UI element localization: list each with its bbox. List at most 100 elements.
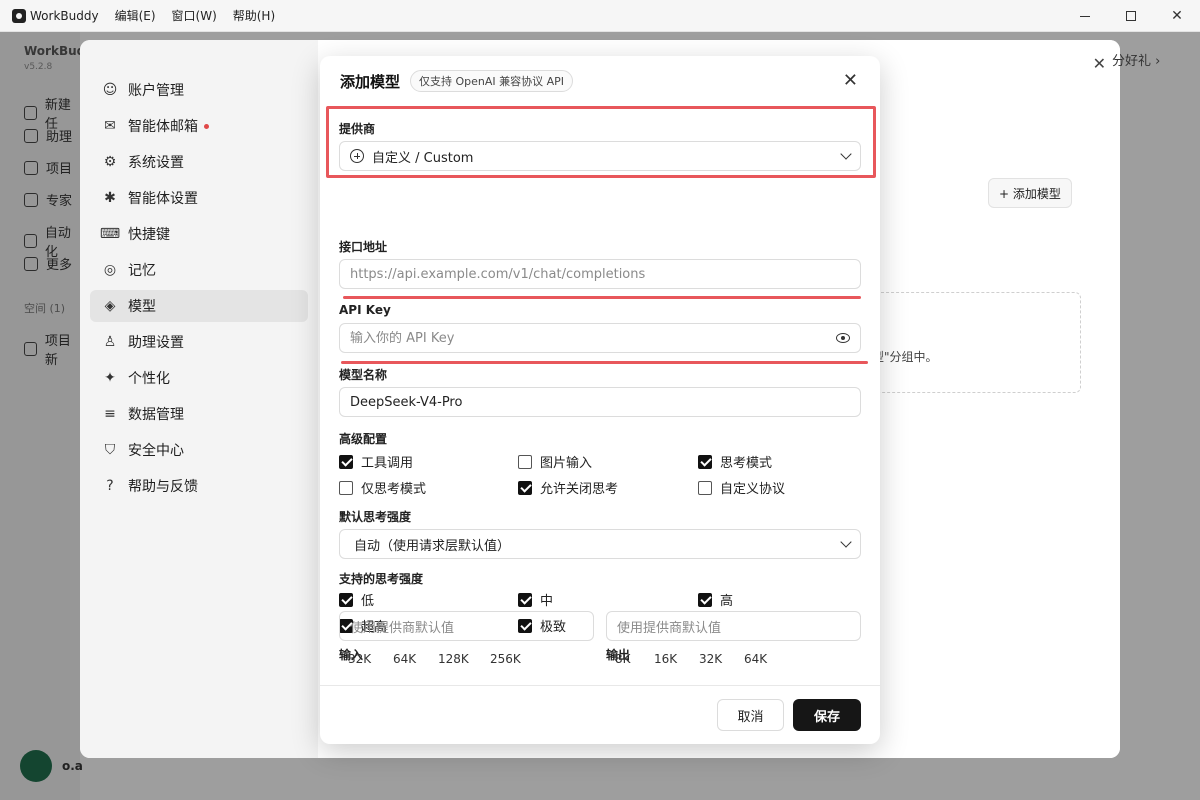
minimize-button[interactable] [1062,0,1108,32]
maximize-icon [1126,11,1136,21]
sidebar-item-label: 智能体设置 [128,191,198,207]
help-icon: ? [106,478,114,494]
mail-icon: ✉ [104,118,116,134]
cancel-button[interactable]: 取消 [717,699,784,731]
provider-select[interactable]: 自定义 / Custom [339,141,861,171]
checkbox-tool-call[interactable]: 工具调用 [339,452,413,471]
window-controls: ✕ [1062,0,1200,32]
add-model-dialog: 添加模型 仅支持 OpenAI 兼容协议 API ✕ 提供商 自定义 / Cus… [320,56,880,744]
output-preset-chip[interactable]: 64K [744,652,767,666]
input-preset-chip[interactable]: 128K [438,652,469,666]
checkbox-label: 工具调用 [361,456,414,471]
sidebar-item-sparkle[interactable]: ✦ 个性化 [90,362,308,394]
chevron-down-icon [840,148,852,160]
sidebar-item-help[interactable]: ? 帮助与反馈 [90,470,308,502]
advanced-row-2: 仅思考模式 允许关闭思考 自定义协议 [339,478,861,498]
endpoint-field[interactable] [339,259,861,289]
checkbox-unchecked-icon [518,454,532,469]
puzzle-icon: ✱ [104,190,116,206]
keyboard-icon: ⌨ [99,226,121,242]
api-key-label: API Key [339,303,391,317]
sidebar-item-keyboard[interactable]: ⌨ 快捷键 [90,218,308,250]
chevron-down-icon [840,536,852,548]
add-model-button-bg[interactable]: + 添加模型 [988,178,1072,208]
close-window-button[interactable]: ✕ [1154,0,1200,32]
model-group-hint: 型"分组中。 [872,350,938,364]
input-preset-chip[interactable]: 32K [348,652,371,666]
menu-help[interactable]: 帮助(H) [233,7,275,24]
sidebar-item-label: 数据管理 [128,407,184,423]
plus-circle-icon [350,149,364,163]
input-preset-chip[interactable]: 64K [393,652,416,666]
advanced-row-1: 工具调用 图片输入 思考模式 [339,452,861,472]
sidebar-item-gear[interactable]: ⚙ 系统设置 [90,146,308,178]
settings-sidebar: ☺ 账户管理 ✉ 智能体邮箱 ⚙ 系统设置 ✱ 智能体设置 ⌨ 快捷键 ◎ 记忆 ◈ 模型 ♙ 助理设置 ✦ 个性… [80,40,318,758]
save-button[interactable]: 保存 [793,699,861,731]
effort-row-1: 低 中 高 [339,590,861,610]
output-tokens-placeholder: 使用提供商默认值 [617,620,722,636]
api-key-input[interactable] [350,330,850,346]
gift-text: 分好礼 [1112,54,1152,69]
endpoint-underline-mark [343,296,861,299]
sidebar-item-label: 智能体邮箱 [128,119,198,135]
checkbox-thinking-mode[interactable]: 思考模式 [698,452,772,471]
protocol-badge: 仅支持 OpenAI 兼容协议 API [410,70,574,92]
checkbox-allow-disable-thinking[interactable]: 允许关闭思考 [518,478,618,497]
checkbox-checked-icon [339,454,353,469]
sidebar-item-label: 系统设置 [128,155,184,171]
sidebar-item-database[interactable]: ≡ 数据管理 [90,398,308,430]
maximize-button[interactable] [1108,0,1154,32]
unread-dot [204,123,209,129]
cube-icon: ◈ [104,298,116,314]
output-preset-chip[interactable]: 32K [699,652,722,666]
model-name-label: 模型名称 [339,368,388,382]
checkbox-effort-low[interactable]: 低 [339,590,374,609]
model-name-field[interactable]: DeepSeek-V4-Pro [339,387,861,417]
checkbox-thinking-only[interactable]: 仅思考模式 [339,478,426,497]
default-effort-select[interactable]: 自动（使用请求层默认值） [339,529,861,559]
checkbox-checked-icon [518,480,532,495]
output-tokens-field[interactable]: 使用提供商默认值 [606,611,861,641]
checkbox-image-input[interactable]: 图片输入 [518,452,592,471]
endpoint-input[interactable] [350,266,850,282]
sidebar-item-mail[interactable]: ✉ 智能体邮箱 [90,110,308,142]
eye-icon[interactable] [836,333,850,343]
model-name-value: DeepSeek-V4-Pro [350,394,463,410]
user-icon: ☺ [102,82,118,98]
gift-banner-text[interactable]: 分好礼 › [1112,50,1160,69]
checkbox-checked-icon [698,592,712,607]
sidebar-item-label: 安全中心 [128,443,184,459]
output-preset-chip[interactable]: 8K [615,652,631,666]
sidebar-item-assistant-settings[interactable]: ♙ 助理设置 [90,326,308,358]
checkbox-checked-icon [339,592,353,607]
database-icon: ≡ [104,406,116,422]
checkbox-label: 自定义协议 [720,482,786,497]
sidebar-item-shield[interactable]: ⛉ 安全中心 [90,434,308,466]
checkbox-label: 高 [720,594,734,609]
output-preset-chip[interactable]: 16K [654,652,677,666]
checkbox-label: 仅思考模式 [361,482,427,497]
sidebar-item-memory[interactable]: ◎ 记忆 [90,254,308,286]
checkbox-label: 图片输入 [540,456,593,471]
checkbox-label: 允许关闭思考 [540,482,619,497]
api-key-field[interactable] [339,323,861,353]
sidebar-item-cube[interactable]: ◈ 模型 [90,290,308,322]
title-bar: WorkBuddy 编辑(E) 窗口(W) 帮助(H) ✕ [0,0,1200,32]
menu-edit[interactable]: 编辑(E) [115,7,156,24]
sidebar-item-label: 记忆 [128,263,156,279]
advanced-label: 高级配置 [339,432,388,446]
checkbox-custom-protocol[interactable]: 自定义协议 [698,478,785,497]
input-tokens-field[interactable]: 使用提供商默认值 [339,611,594,641]
minimize-icon [1080,15,1090,17]
menu-window[interactable]: 窗口(W) [172,7,217,24]
input-preset-chip[interactable]: 256K [490,652,521,666]
checkbox-effort-high[interactable]: 高 [698,590,733,609]
sparkle-icon: ✦ [104,370,116,386]
close-icon[interactable]: ✕ [843,70,858,91]
settings-close-icon[interactable]: ✕ [1093,54,1106,73]
sidebar-item-puzzle[interactable]: ✱ 智能体设置 [90,182,308,214]
checkbox-effort-medium[interactable]: 中 [518,590,553,609]
sidebar-item-user[interactable]: ☺ 账户管理 [90,74,308,106]
checkbox-label: 中 [540,594,554,609]
checkbox-checked-icon [518,592,532,607]
